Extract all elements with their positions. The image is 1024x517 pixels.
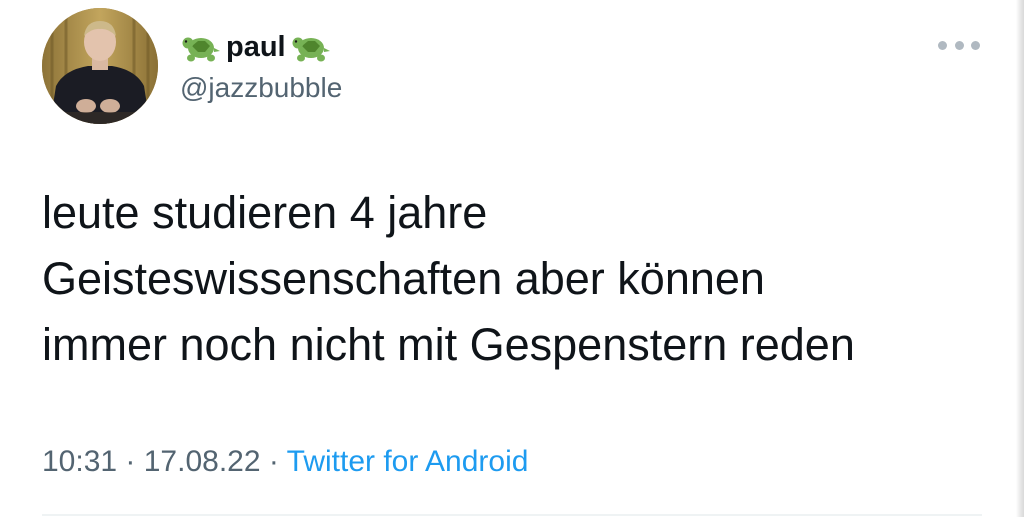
more-options-button[interactable] (938, 34, 980, 56)
display-name[interactable]: paul (224, 30, 288, 64)
tweet-text: leute studieren 4 jahre Geisteswissensch… (42, 180, 1002, 378)
tweet-date[interactable]: 17.08.22 (144, 445, 261, 478)
turtle-icon (292, 37, 330, 62)
tweet-text-line: immer noch nicht mit Gespenstern reden (42, 319, 855, 370)
avatar-photo (42, 8, 158, 124)
avatar[interactable] (42, 8, 158, 124)
tweet-meta: 10:31 · 17.08.22 · Twitter for Android (42, 442, 528, 482)
tweet-time[interactable]: 10:31 (42, 445, 117, 478)
author-name-row[interactable]: paul (180, 28, 332, 66)
tweet-text-line: Geisteswissenschaften aber können (42, 253, 765, 304)
more-horizontal-icon (954, 40, 964, 50)
meta-separator: · (260, 445, 287, 478)
tweet-card: paul @jazzbubble leute studieren 4 jahre… (0, 0, 1016, 517)
user-handle[interactable]: @jazzbubble (180, 70, 342, 106)
tweet-text-line: leute studieren 4 jahre (42, 187, 488, 238)
meta-separator: · (117, 445, 144, 478)
turtle-icon (182, 37, 220, 62)
more-horizontal-icon (971, 40, 980, 50)
more-horizontal-icon (938, 40, 947, 50)
tweet-source-link[interactable]: Twitter for Android (287, 445, 529, 478)
divider (42, 514, 982, 516)
screen-edge (1016, 0, 1024, 517)
